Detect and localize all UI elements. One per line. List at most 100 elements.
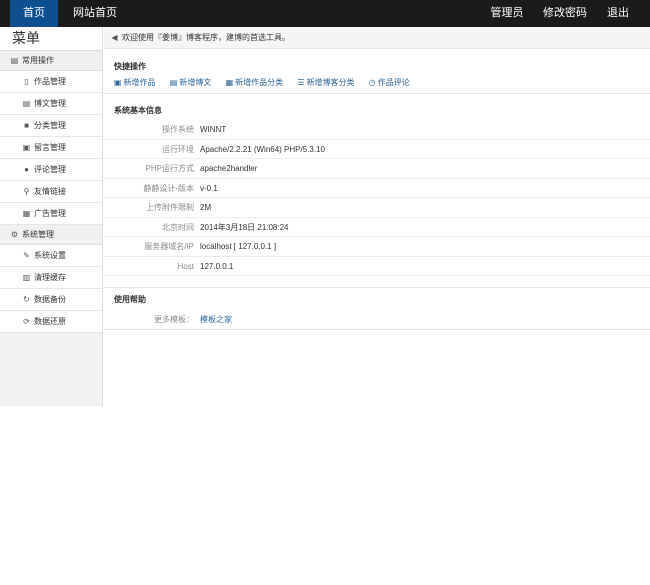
list-icon: ☰ (297, 78, 305, 87)
info-value: 2M (200, 203, 212, 212)
sidebar-item-clear-cache[interactable]: ▥ 清理缓存 (0, 267, 102, 289)
calendar-icon: ▦ (225, 78, 234, 87)
sidebar-item-label: 系统设置 (34, 251, 66, 260)
info-value: 2014年3月18日 21:08:24 (200, 222, 289, 232)
wrench-icon: ✎ (23, 251, 30, 260)
quick-link-label: 新增博客分类 (306, 78, 355, 87)
info-value: v-0.1 (200, 183, 218, 193)
quick-link-new-work-category[interactable]: ▦ 新增作品分类 (226, 78, 284, 87)
info-value: 127.0.0.1 (200, 261, 234, 271)
document-icon: ▤ (22, 99, 31, 108)
sidebar-item-messages[interactable]: ▣ 留言管理 (0, 137, 102, 159)
quick-link-label: 新增博文 (179, 78, 212, 87)
quick-link-new-blog-category[interactable]: ☰ 新增博客分类 (297, 78, 354, 87)
info-key: 运行环境 (162, 144, 194, 154)
nav-site-home[interactable]: 网站首页 (66, 0, 124, 27)
nav-admin[interactable]: 管理员 (484, 0, 530, 27)
tag-icon: ■ (24, 121, 29, 130)
welcome-bar: ◀ 欢迎使用『姜博』博客程序，建博的首选工具。 (104, 27, 650, 49)
top-navbar: 首页 网站首页 管理员 修改密码 退出 (0, 0, 650, 27)
nav-logout[interactable]: 退出 (600, 0, 636, 27)
divider (104, 93, 650, 94)
quick-actions-title: 快捷操作 (114, 62, 146, 71)
sidebar-item-label: 博文管理 (34, 99, 66, 108)
sidebar: 菜单 ▤ 常用操作 ▯ 作品管理 ▤ 博文管理 ■ 分类管理 ▣ 留言管理 ● 评论管理 ⚲… (0, 27, 103, 406)
sidebar-item-posts[interactable]: ▤ 博文管理 (0, 93, 102, 115)
refresh-icon: ↻ (23, 295, 30, 304)
comment-icon: ● (24, 165, 29, 174)
sidebar-group-common[interactable]: ▤ 常用操作 (0, 51, 102, 71)
sidebar-item-backup[interactable]: ↻ 数据备份 (0, 289, 102, 311)
quick-link-new-work[interactable]: ▣ 新增作品 (114, 78, 156, 87)
sidebar-item-label: 广告管理 (34, 209, 66, 218)
sidebar-group-label: 系统管理 (22, 230, 54, 239)
info-key: 上传附件限制 (146, 203, 194, 212)
info-key: 静静设计-版本 (143, 183, 194, 193)
welcome-text: 欢迎使用『姜博』博客程序，建博的首选工具。 (122, 33, 290, 42)
help-key: 更多模板： (154, 315, 194, 324)
table-row: 操作系统 WINNT (104, 120, 650, 140)
info-value: Apache/2.2.21 (Win64) PHP/5.3.10 (200, 144, 325, 154)
gear-icon: ⚙ (10, 230, 19, 239)
table-row: 服务器域名/IP localhost [ 127.0.0.1 ] (104, 237, 650, 257)
sidebar-item-label: 友情链接 (34, 187, 66, 196)
sidebar-item-categories[interactable]: ■ 分类管理 (0, 115, 102, 137)
system-info-table: 操作系统 WINNT 运行环境 Apache/2.2.21 (Win64) PHP/… (104, 120, 650, 276)
sync-icon: ⟳ (23, 317, 30, 326)
image-icon: ▣ (114, 78, 122, 87)
image-icon: ▦ (22, 209, 31, 218)
nav-change-password[interactable]: 修改密码 (540, 0, 590, 27)
quick-link-label: 新增作品分类 (235, 78, 284, 87)
sidebar-item-label: 分类管理 (34, 121, 66, 130)
table-row: 运行环境 Apache/2.2.21 (Win64) PHP/5.3.10 (104, 140, 650, 159)
system-info-title: 系统基本信息 (114, 106, 162, 115)
help-title: 使用帮助 (114, 295, 146, 304)
sidebar-title: 菜单 (0, 27, 102, 51)
sidebar-item-ads[interactable]: ▦ 广告管理 (0, 203, 102, 225)
sidebar-item-links[interactable]: ⚲ 友情链接 (0, 181, 102, 203)
info-key: 服务器域名/IP (144, 242, 194, 251)
sidebar-group-system[interactable]: ⚙ 系统管理 (0, 225, 102, 245)
help-row: 更多模板： 模板之家 (104, 310, 650, 330)
table-row: PHP运行方式 apache2handler (104, 159, 650, 179)
quick-actions: ▣ 新增作品 ▤ 新增博文 ▦ 新增作品分类 ☰ 新增博客分类 ◷ 作品评论 (114, 77, 422, 88)
quick-link-work-comments[interactable]: ◷ 作品评论 (369, 78, 410, 87)
info-value: apache2handler (200, 164, 258, 173)
info-value: localhost [ 127.0.0.1 ] (200, 242, 277, 251)
table-row: 上传附件限制 2M (104, 198, 650, 218)
document-icon: ▤ (169, 78, 178, 87)
file-icon: ▯ (24, 77, 29, 86)
info-key: Host (177, 261, 194, 271)
message-icon: ▣ (22, 143, 31, 152)
info-key: 北京时间 (162, 222, 194, 232)
link-icon: ⚲ (23, 187, 30, 196)
quick-link-new-post[interactable]: ▤ 新增博文 (170, 78, 212, 87)
table-row: 静静设计-版本 v-0.1 (104, 179, 650, 198)
sidebar-item-label: 清理缓存 (34, 273, 66, 282)
sidebar-item-label: 数据备份 (34, 295, 66, 304)
table-row: 北京时间 2014年3月18日 21:08:24 (104, 218, 650, 237)
sidebar-item-settings[interactable]: ✎ 系统设置 (0, 245, 102, 267)
info-value: WINNT (200, 125, 227, 134)
sidebar-item-label: 作品管理 (34, 77, 66, 86)
sidebar-item-label: 数据还原 (34, 317, 66, 326)
divider (104, 287, 650, 288)
sidebar-item-label: 评论管理 (34, 165, 66, 174)
sidebar-item-restore[interactable]: ⟳ 数据还原 (0, 311, 102, 333)
speaker-icon: ◀ (111, 33, 118, 42)
sidebar-group-label: 常用操作 (22, 56, 54, 65)
info-key: 操作系统 (162, 125, 194, 134)
main-content: ◀ 欢迎使用『姜博』博客程序，建博的首选工具。 快捷操作 ▣ 新增作品 ▤ 新增博文 … (104, 27, 650, 330)
trash-icon: ▥ (22, 273, 31, 282)
clock-icon: ◷ (368, 78, 376, 87)
info-key: PHP运行方式 (145, 164, 194, 173)
sidebar-item-label: 留言管理 (34, 143, 66, 152)
quick-link-label: 新增作品 (123, 78, 156, 87)
sidebar-item-comments[interactable]: ● 评论管理 (0, 159, 102, 181)
quick-link-label: 作品评论 (377, 78, 410, 87)
table-row: Host 127.0.0.1 (104, 257, 650, 276)
nav-home[interactable]: 首页 (10, 0, 58, 27)
help-link[interactable]: 模板之家 (194, 315, 232, 324)
sidebar-item-works[interactable]: ▯ 作品管理 (0, 71, 102, 93)
list-icon: ▤ (10, 56, 19, 65)
